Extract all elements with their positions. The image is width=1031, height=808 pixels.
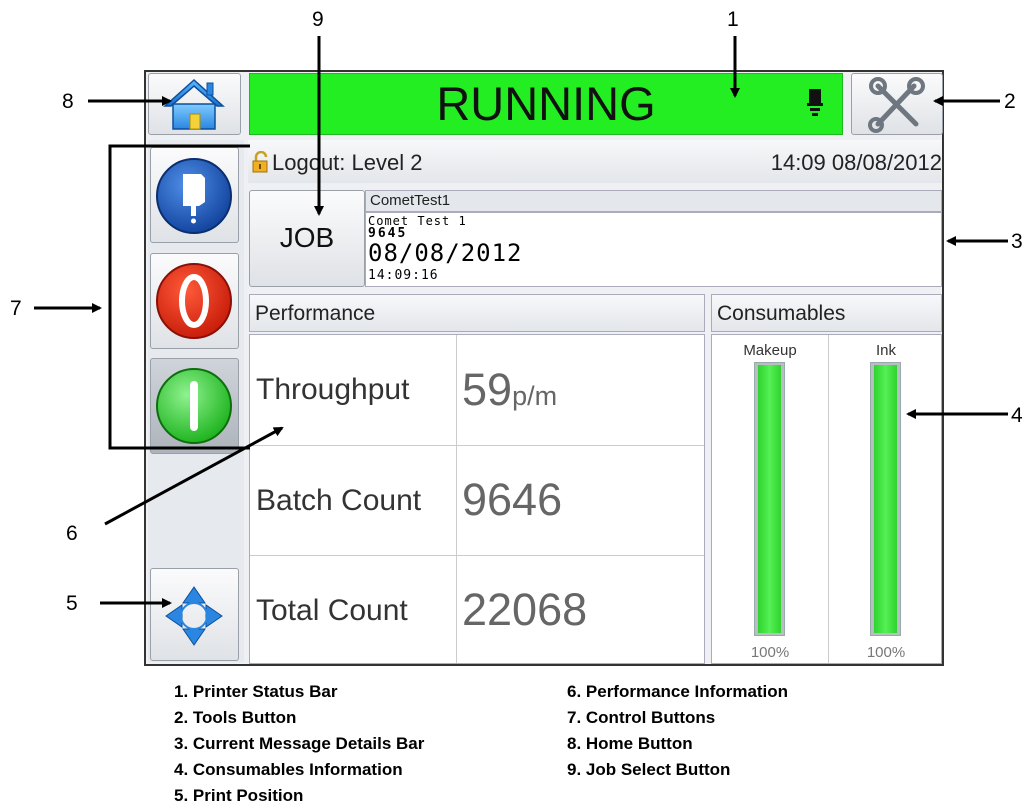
callout-6: 6 [66, 522, 78, 545]
legend-item: 7. Control Buttons [567, 708, 716, 727]
callout-1: 1 [727, 8, 739, 31]
legend-item: 9. Job Select Button [567, 760, 731, 779]
callout-7: 7 [10, 297, 22, 320]
callout-3: 3 [1011, 230, 1023, 253]
callout-4: 4 [1011, 404, 1023, 427]
callout-5: 5 [66, 592, 78, 615]
callout-8: 8 [62, 90, 74, 113]
legend-item: 6. Performance Information [567, 682, 789, 701]
legend-item: 5. Print Position [174, 786, 304, 805]
callout-9: 9 [312, 8, 324, 31]
legend-item: 2. Tools Button [174, 708, 297, 727]
legend-item: 1. Printer Status Bar [174, 682, 338, 701]
callout-2: 2 [1004, 90, 1016, 113]
legend-item: 3. Current Message Details Bar [174, 734, 425, 753]
callout-arrows [34, 36, 1008, 608]
legend-item: 8. Home Button [567, 734, 693, 753]
legend-item: 4. Consumables Information [174, 760, 403, 779]
